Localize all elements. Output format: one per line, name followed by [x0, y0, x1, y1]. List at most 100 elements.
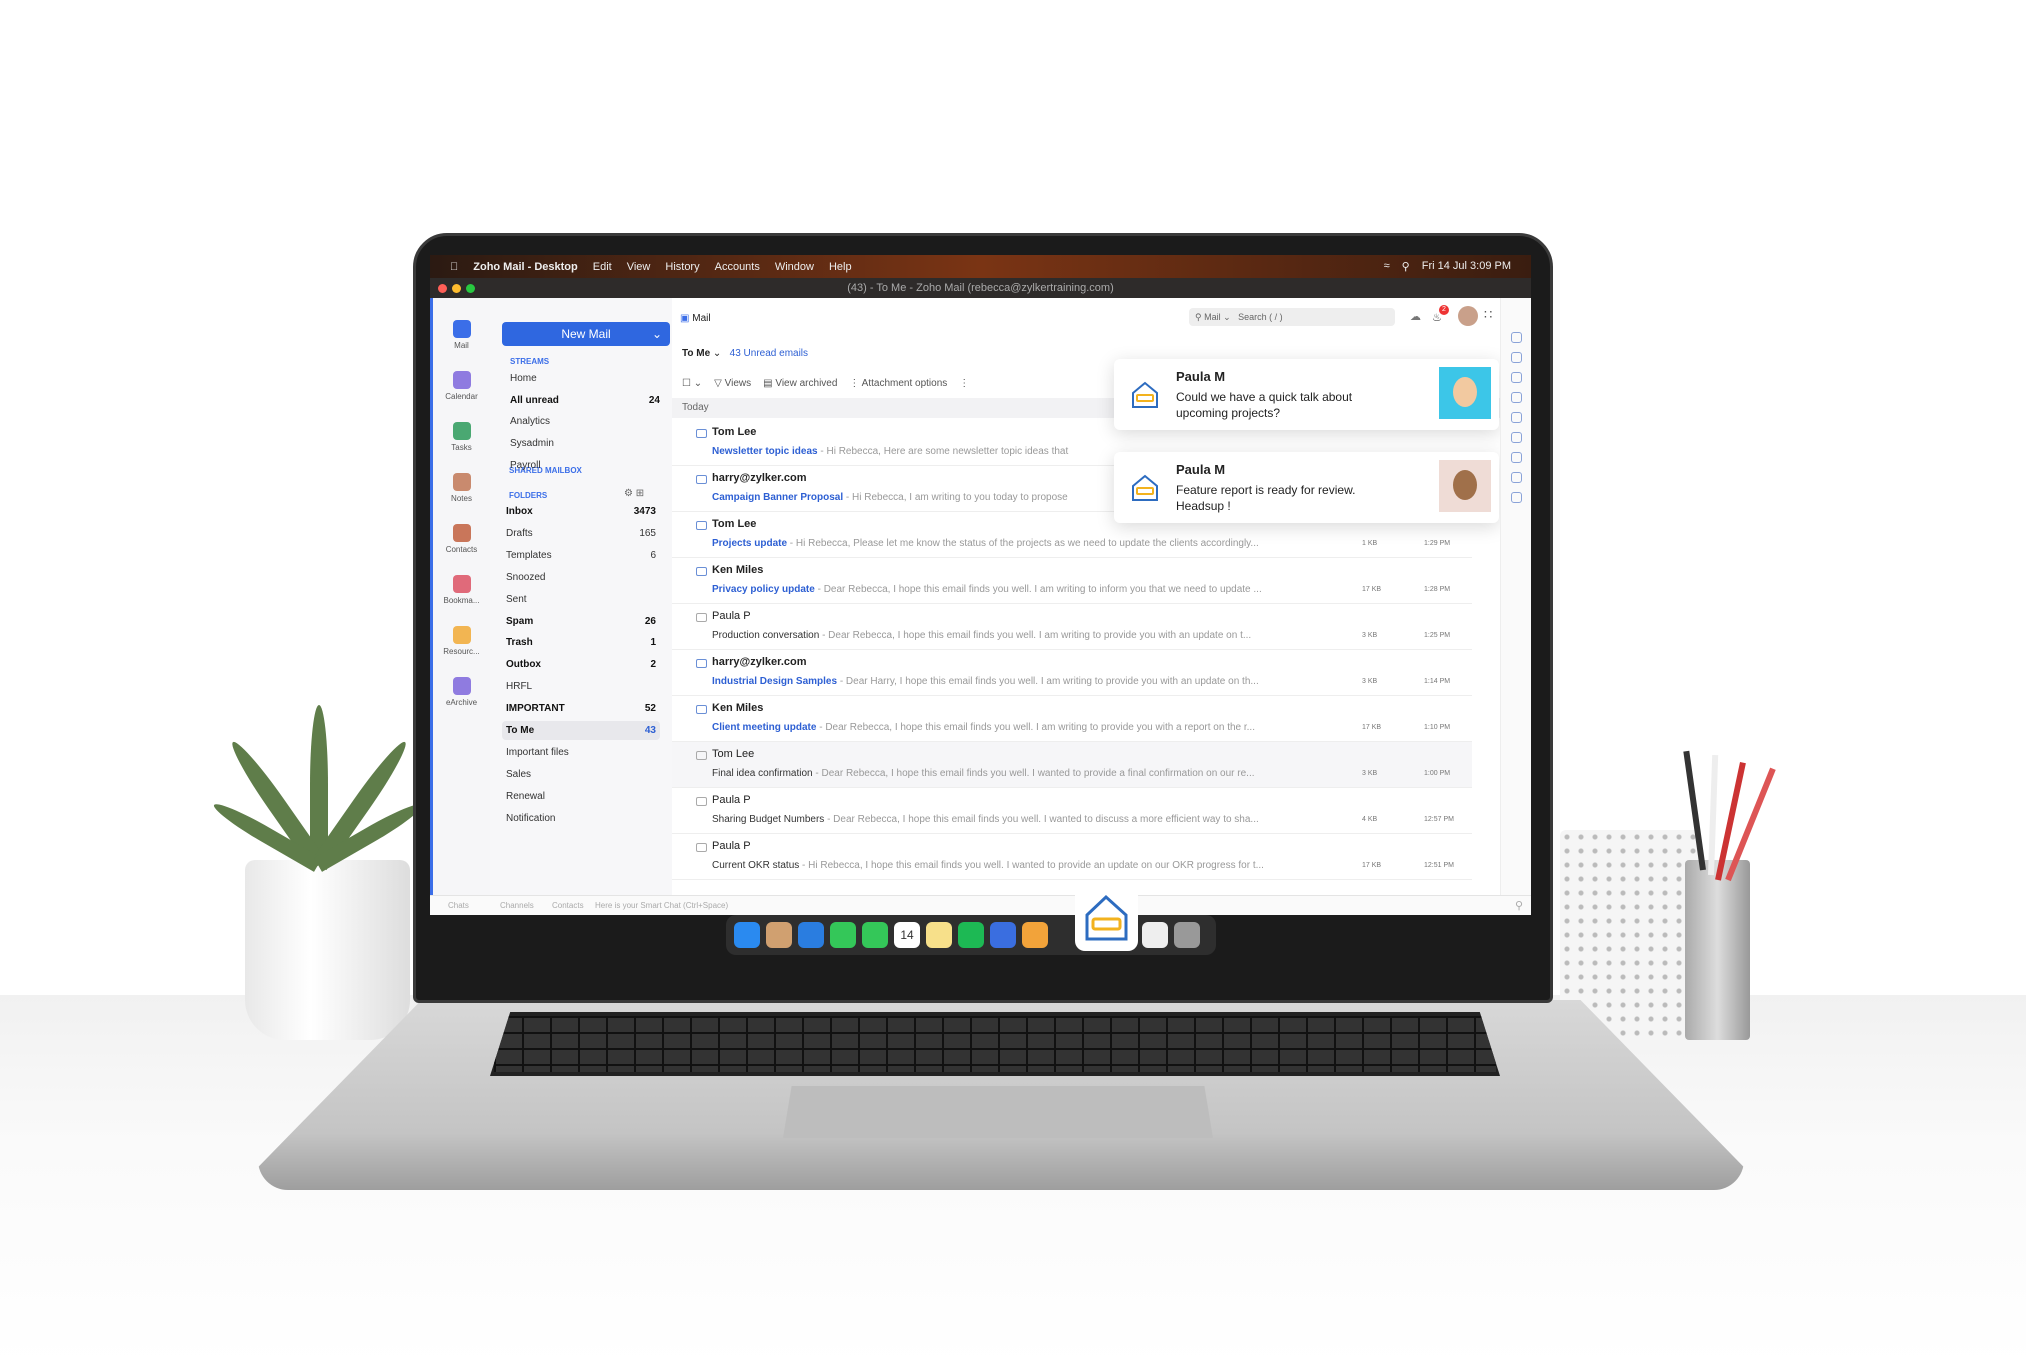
- rail-item-tasks[interactable]: Tasks: [433, 422, 490, 452]
- dock-app-icon[interactable]: [830, 922, 856, 948]
- dock-app-icon[interactable]: [766, 922, 792, 948]
- views-button[interactable]: ▽ Views: [714, 378, 751, 389]
- attachment-options-button[interactable]: ⋮ Attachment options: [849, 378, 947, 389]
- notification-badge[interactable]: 2: [1439, 305, 1449, 315]
- email-row[interactable]: Ken Miles Privacy policy update - Dear Re…: [672, 558, 1472, 604]
- integration-icon[interactable]: [1510, 352, 1522, 363]
- dock-app-icon[interactable]: [1022, 922, 1048, 948]
- clock[interactable]: Fri 14 Jul 3:09 PM: [1422, 260, 1511, 273]
- folder-item[interactable]: Inbox 3473: [502, 502, 660, 521]
- folder-item[interactable]: Templates 6: [502, 546, 660, 565]
- rail-item-resourc[interactable]: Resourc...: [433, 626, 490, 656]
- folder-item[interactable]: Renewal: [502, 787, 660, 806]
- cloud-icon[interactable]: ☁: [1410, 310, 1421, 323]
- folder-item[interactable]: IMPORTANT 52: [502, 699, 660, 718]
- dock-calendar-icon[interactable]: 14: [894, 922, 920, 948]
- app-grid-icon[interactable]: ∷: [1484, 307, 1492, 323]
- dock-app-icon[interactable]: [1174, 922, 1200, 948]
- email-row[interactable]: Paula P Sharing Budget Numbers - Dear Reb…: [672, 788, 1472, 834]
- search-input[interactable]: ⚲ Mail ⌄ Search ( / ): [1189, 308, 1395, 326]
- integration-icon[interactable]: [1510, 432, 1522, 443]
- integration-icon[interactable]: [1510, 412, 1522, 423]
- view-archived-button[interactable]: ▤ View archived: [763, 378, 837, 389]
- dock-app-icon[interactable]: [926, 922, 952, 948]
- view-selector[interactable]: To Me: [682, 348, 710, 359]
- task-check-icon[interactable]: [1510, 472, 1522, 483]
- envelope-icon[interactable]: [696, 705, 707, 714]
- envelope-icon[interactable]: [696, 843, 707, 852]
- folder-item[interactable]: Snoozed: [502, 568, 660, 587]
- apple-icon[interactable]: : [450, 261, 458, 273]
- folder-item[interactable]: Important files: [502, 743, 660, 762]
- integration-icon[interactable]: [1510, 452, 1522, 463]
- dock-app-icon[interactable]: [798, 922, 824, 948]
- folder-item[interactable]: HRFL: [502, 677, 660, 696]
- folder-item[interactable]: Sent: [502, 590, 660, 609]
- envelope-icon[interactable]: [696, 797, 707, 806]
- folder-item[interactable]: Trash 1: [502, 633, 660, 652]
- select-all-checkbox[interactable]: ☐ ⌄: [682, 378, 702, 389]
- stream-item[interactable]: Home: [506, 369, 664, 388]
- smart-chat-input[interactable]: Here is your Smart Chat (Ctrl+Space): [595, 901, 728, 910]
- folder-icon[interactable]: [1510, 492, 1522, 503]
- more-options-icon[interactable]: ⋮: [959, 378, 969, 389]
- dock-app-icon[interactable]: [958, 922, 984, 948]
- zoom-button[interactable]: [466, 284, 475, 293]
- email-row[interactable]: Ken Miles Client meeting update - Dear Re…: [672, 696, 1472, 742]
- settings-icon[interactable]: [1510, 332, 1522, 343]
- rail-item-mail[interactable]: Mail: [433, 320, 490, 350]
- folder-item[interactable]: Outbox 2: [502, 655, 660, 674]
- email-row[interactable]: Paula P Production conversation - Dear Re…: [672, 604, 1472, 650]
- wifi-icon[interactable]: ≈: [1384, 260, 1390, 273]
- unread-count-link[interactable]: 43 Unread emails: [730, 348, 808, 359]
- dock-app-icon[interactable]: [990, 922, 1016, 948]
- channels-tab[interactable]: Channels: [500, 901, 534, 910]
- email-row[interactable]: Tom Lee Final idea confirmation - Dear Re…: [672, 742, 1472, 788]
- rail-item-earchive[interactable]: eArchive: [433, 677, 490, 707]
- menu-accounts[interactable]: Accounts: [715, 261, 760, 273]
- folder-item[interactable]: Spam 26: [502, 612, 660, 631]
- envelope-icon[interactable]: [696, 567, 707, 576]
- dock-app-icon[interactable]: [1142, 922, 1168, 948]
- search-icon[interactable]: ⚲: [1515, 899, 1523, 912]
- folder-item[interactable]: Sales: [502, 765, 660, 784]
- dock-app-icon[interactable]: [862, 922, 888, 948]
- envelope-icon[interactable]: [696, 751, 707, 760]
- menu-help[interactable]: Help: [829, 261, 852, 273]
- email-row[interactable]: Paula P Current OKR status - Hi Rebecca, …: [672, 834, 1472, 880]
- dock-app-icon[interactable]: [734, 922, 760, 948]
- stream-item[interactable]: Payroll: [506, 456, 664, 475]
- folder-item[interactable]: Drafts 165: [502, 524, 660, 543]
- menu-app-name[interactable]: Zoho Mail - Desktop: [473, 261, 578, 273]
- stream-item[interactable]: Sysadmin: [506, 434, 664, 453]
- chats-tab[interactable]: Chats: [448, 901, 469, 910]
- rail-item-calendar[interactable]: Calendar: [433, 371, 490, 401]
- envelope-icon[interactable]: [696, 475, 707, 484]
- integration-icon[interactable]: [1510, 392, 1522, 403]
- menu-window[interactable]: Window: [775, 261, 814, 273]
- stream-item[interactable]: All unread 24: [506, 391, 664, 410]
- email-row[interactable]: harry@zylker.com Industrial Design Sample…: [672, 650, 1472, 696]
- menu-history[interactable]: History: [665, 261, 699, 273]
- folder-item[interactable]: To Me 43: [502, 721, 660, 740]
- rail-item-notes[interactable]: Notes: [433, 473, 490, 503]
- envelope-icon[interactable]: [696, 521, 707, 530]
- minimize-button[interactable]: [452, 284, 461, 293]
- folder-item[interactable]: Notification: [502, 809, 660, 828]
- menu-edit[interactable]: Edit: [593, 261, 612, 273]
- rail-item-bookma[interactable]: Bookma...: [433, 575, 490, 605]
- spotlight-icon[interactable]: ⚲: [1402, 260, 1410, 273]
- rail-item-contacts[interactable]: Contacts: [433, 524, 490, 554]
- stream-item[interactable]: Analytics: [506, 412, 664, 431]
- calendar-widget-icon[interactable]: [1510, 372, 1522, 383]
- close-button[interactable]: [438, 284, 447, 293]
- notification-toast[interactable]: Paula M Could we have a quick talk about …: [1114, 359, 1499, 430]
- dock-zoho-mail-icon[interactable]: [1075, 885, 1138, 951]
- envelope-icon[interactable]: [696, 613, 707, 622]
- new-mail-button[interactable]: New Mail ⌄: [502, 322, 670, 346]
- envelope-icon[interactable]: [696, 659, 707, 668]
- menu-view[interactable]: View: [627, 261, 651, 273]
- envelope-icon[interactable]: [696, 429, 707, 438]
- add-folder-icon[interactable]: ⚙ ⊞: [624, 488, 644, 499]
- avatar[interactable]: [1458, 306, 1478, 326]
